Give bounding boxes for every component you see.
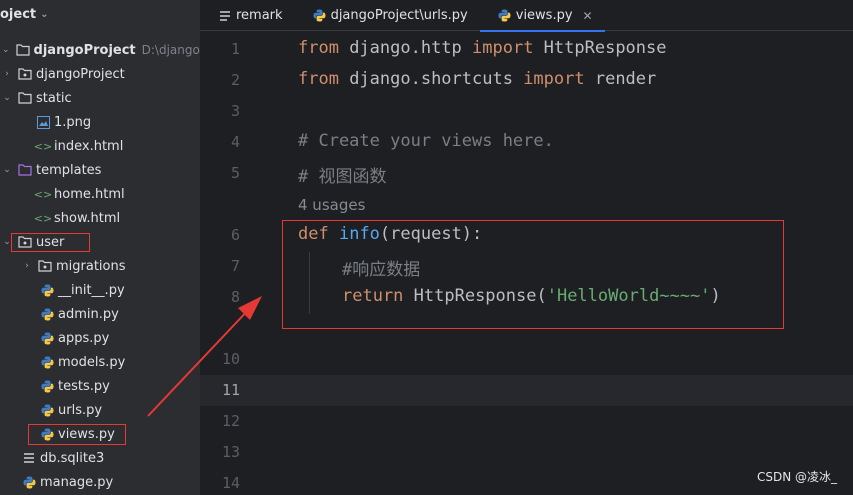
annotation-arrow — [147, 296, 262, 417]
watermark: CSDN @凌冰_ — [756, 470, 837, 484]
